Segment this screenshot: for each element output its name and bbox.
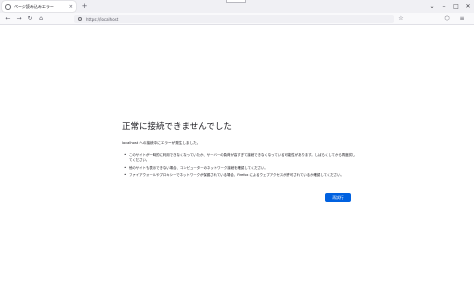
error-content: 正常に接続できませんでした localhost への接続中にエラーが発生しました… (122, 122, 358, 181)
error-tip: このサイトが一時的に利用できなくなっていたか、サーバーの負荷が高すぎて接続できな… (124, 153, 358, 163)
list-all-tabs-icon[interactable]: ⌄ (426, 0, 438, 13)
error-tip: 他のサイトも表示できない場合、コンピューターのネットワーク接続を確認してください… (124, 166, 358, 171)
navigation-toolbar: ← → ↻ ⌂ https://localhost ☆ ⬡ ≡ (0, 13, 474, 25)
bookmark-star-icon[interactable]: ☆ (397, 13, 405, 25)
menu-icon[interactable]: ≡ (457, 13, 467, 25)
new-tab-button[interactable]: + (80, 1, 89, 12)
tab-close-icon[interactable]: × (69, 4, 73, 10)
home-icon[interactable]: ⌂ (36, 13, 46, 25)
tab-title: ページ読み込みエラー (14, 3, 54, 9)
tab-error-page[interactable]: ページ読み込みエラー × (2, 1, 76, 12)
error-description: localhost への接続中にエラーが発生しました。 (122, 141, 201, 145)
reload-icon[interactable]: ↻ (25, 13, 35, 25)
url-text: https://localhost (86, 16, 119, 22)
close-window-icon[interactable]: ✕ (462, 0, 474, 13)
url-bar[interactable]: https://localhost (74, 15, 394, 23)
tab-strip: ページ読み込みエラー × + ⌄ – □ ✕ (0, 0, 474, 13)
back-icon[interactable]: ← (3, 13, 13, 25)
minimize-icon[interactable]: – (438, 0, 450, 13)
extensions-icon[interactable]: ⬡ (442, 13, 452, 25)
error-title: 正常に接続できませんでした (122, 122, 232, 132)
retry-button[interactable]: 再試行 (325, 193, 351, 202)
warning-circle-icon (5, 3, 11, 10)
error-tips-list: このサイトが一時的に利用できなくなっていたか、サーバーの負荷が高すぎて接続できな… (122, 153, 358, 178)
forward-icon[interactable]: → (14, 13, 24, 25)
error-tip: ファイアウォールやプロキシーでネットワークが保護されている場合、Firefox … (124, 173, 358, 178)
drag-handle[interactable] (226, 0, 246, 3)
maximize-icon[interactable]: □ (450, 0, 462, 13)
site-info-icon[interactable] (78, 17, 82, 21)
